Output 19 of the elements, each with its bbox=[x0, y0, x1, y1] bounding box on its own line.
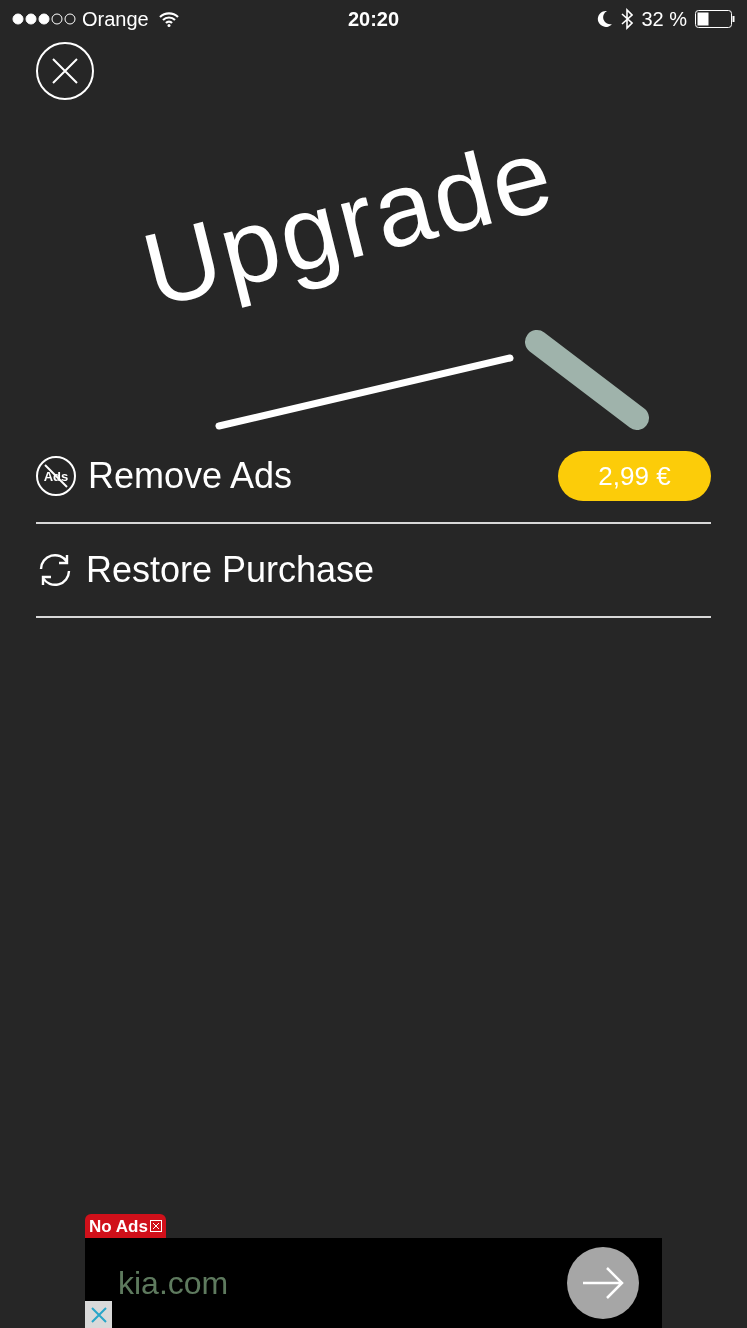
close-button[interactable] bbox=[36, 42, 94, 100]
upgrade-title: Upgrade bbox=[133, 121, 564, 323]
signal-icon bbox=[12, 13, 76, 25]
ad-banner[interactable]: kia.com bbox=[85, 1238, 662, 1328]
no-ads-badge[interactable]: No Ads bbox=[85, 1214, 166, 1238]
ad-domain: kia.com bbox=[118, 1264, 229, 1303]
wifi-icon bbox=[158, 11, 179, 27]
carrier-name: Orange bbox=[82, 7, 149, 32]
arrow-icon bbox=[581, 1265, 625, 1301]
option-label[interactable]: Restore Purchase bbox=[86, 543, 711, 597]
battery-icon bbox=[695, 10, 735, 28]
close-icon bbox=[52, 58, 78, 84]
clock-time: 20:20 bbox=[347, 7, 400, 32]
moon-icon bbox=[597, 10, 614, 28]
close-icon bbox=[90, 1306, 107, 1323]
option-label[interactable]: Remove Ads bbox=[88, 449, 546, 503]
close-icon bbox=[149, 1220, 162, 1232]
battery-percent: 32 % bbox=[641, 7, 687, 32]
bluetooth-icon bbox=[621, 8, 634, 30]
